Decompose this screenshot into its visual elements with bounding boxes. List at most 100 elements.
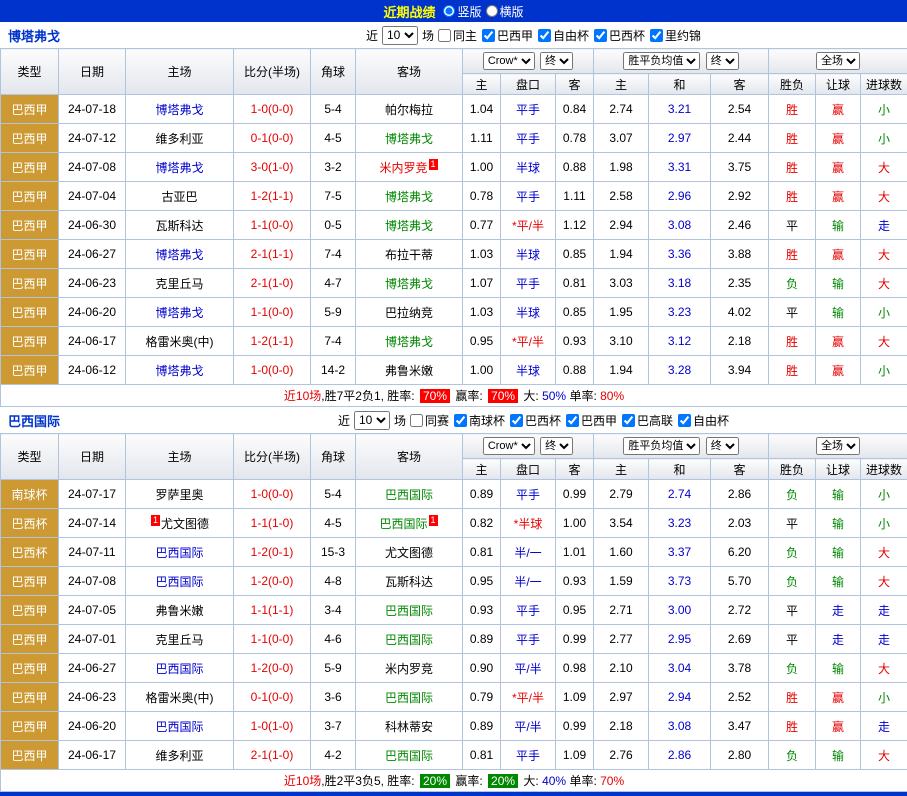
handicap: 平手 (501, 741, 556, 770)
checkbox-input[interactable] (594, 29, 607, 42)
team-name[interactable]: 博塔弗戈 (8, 26, 173, 45)
filter-checkbox-自由杯[interactable]: 自由杯 (538, 27, 589, 44)
odds-final-select[interactable]: 终 (540, 437, 573, 455)
home-team[interactable]: 罗萨里奥 (126, 480, 234, 509)
filter-checkbox-巴高联[interactable]: 巴高联 (622, 412, 673, 429)
layout-horizontal-option[interactable]: 横版 (486, 3, 524, 20)
filter-checkbox-同主[interactable]: 同主 (438, 27, 477, 44)
home-team[interactable]: 巴西国际 (126, 654, 234, 683)
goals-total: 小 (861, 480, 907, 509)
away-team[interactable]: 博塔弗戈 (356, 211, 463, 240)
checkbox-input[interactable] (678, 414, 691, 427)
team-name[interactable]: 巴西国际 (8, 411, 173, 430)
away-team[interactable]: 博塔弗戈 (356, 124, 463, 153)
filter-checkbox-自由杯[interactable]: 自由杯 (678, 412, 729, 429)
checkbox-input[interactable] (538, 29, 551, 42)
handicap-rate-label: 赢率: (452, 774, 486, 788)
home-team[interactable]: 巴西国际 (126, 712, 234, 741)
checkbox-input[interactable] (622, 414, 635, 427)
checkbox-input[interactable] (454, 414, 467, 427)
avg-draw-odds: 3.21 (649, 95, 711, 124)
home-team[interactable]: 博塔弗戈 (126, 240, 234, 269)
goals-total-text: 大 (878, 248, 890, 262)
home-team[interactable]: 维多利亚 (126, 124, 234, 153)
away-team[interactable]: 博塔弗戈 (356, 269, 463, 298)
away-team[interactable]: 巴西国际 (356, 683, 463, 712)
result-text: 平 (786, 517, 798, 531)
away-team[interactable]: 巴拉纳竞 (356, 298, 463, 327)
away-team[interactable]: 巴西国际1 (356, 509, 463, 538)
checkbox-input[interactable] (650, 29, 663, 42)
home-team[interactable]: 古亚巴 (126, 182, 234, 211)
away-team[interactable]: 巴西国际 (356, 741, 463, 770)
avg-select[interactable]: 胜平负均值 (623, 437, 700, 455)
away-team[interactable]: 帕尔梅拉 (356, 95, 463, 124)
home-team[interactable]: 克里丘马 (126, 269, 234, 298)
filter-checkbox-巴西杯[interactable]: 巴西杯 (510, 412, 561, 429)
away-team[interactable]: 米内罗竞 (356, 654, 463, 683)
home-team[interactable]: 克里丘马 (126, 625, 234, 654)
result: 胜 (769, 240, 816, 269)
result: 负 (769, 269, 816, 298)
top-bar: 近期战绩 竖版 横版 (0, 0, 907, 22)
home-team[interactable]: 巴西国际 (126, 567, 234, 596)
odds-away: 0.88 (556, 356, 594, 385)
avg-final-select[interactable]: 终 (706, 437, 739, 455)
home-team-text: 瓦斯科达 (155, 219, 203, 233)
result-text: 胜 (786, 132, 798, 146)
filter-checkbox-巴西甲[interactable]: 巴西甲 (482, 27, 533, 44)
filter-checkbox-巴西杯[interactable]: 巴西杯 (594, 27, 645, 44)
scope-select[interactable]: 全场 (816, 52, 860, 70)
filter-checkbox-巴西甲[interactable]: 巴西甲 (566, 412, 617, 429)
checkbox-input[interactable] (566, 414, 579, 427)
filter-checkbox-南球杯[interactable]: 南球杯 (454, 412, 505, 429)
recent-count-select[interactable]: 10 (354, 411, 390, 430)
checkbox-input[interactable] (410, 414, 423, 427)
handicap: 平手 (501, 596, 556, 625)
away-team[interactable]: 博塔弗戈 (356, 327, 463, 356)
checkbox-input[interactable] (482, 29, 495, 42)
handicap-result-text: 赢 (832, 691, 844, 705)
home-team[interactable]: 维多利亚 (126, 741, 234, 770)
away-team[interactable]: 巴西国际 (356, 625, 463, 654)
home-team[interactable]: 博塔弗戈 (126, 153, 234, 182)
filter-checkbox-里约锦[interactable]: 里约锦 (650, 27, 701, 44)
goals-total-text: 走 (878, 604, 890, 618)
home-team[interactable]: 弗鲁米嫩 (126, 596, 234, 625)
corners: 3-2 (311, 153, 356, 182)
avg-select[interactable]: 胜平负均值 (623, 52, 700, 70)
away-team[interactable]: 科林蒂安 (356, 712, 463, 741)
goals-total-text: 大 (878, 335, 890, 349)
odds-company-select[interactable]: Crow* (483, 52, 535, 70)
filter-checkbox-同赛[interactable]: 同赛 (410, 412, 449, 429)
odds-company-select[interactable]: Crow* (483, 437, 535, 455)
avg-final-select[interactable]: 终 (706, 52, 739, 70)
home-team[interactable]: 博塔弗戈 (126, 298, 234, 327)
home-team[interactable]: 格雷米奥(中) (126, 683, 234, 712)
handicap-result: 赢 (816, 240, 861, 269)
layout-vertical-option[interactable]: 竖版 (443, 3, 481, 20)
away-team[interactable]: 尤文图德 (356, 538, 463, 567)
home-team[interactable]: 格雷米奥(中) (126, 327, 234, 356)
league-type: 巴西甲 (1, 356, 59, 385)
home-team[interactable]: 巴西国际 (126, 538, 234, 567)
home-team[interactable]: 博塔弗戈 (126, 95, 234, 124)
team-section: 博塔弗戈 近 10 场 同主巴西甲自由杯巴西杯里约锦 类型 日期 主场 比分(半… (0, 22, 907, 407)
horizontal-radio[interactable] (486, 5, 498, 17)
away-team[interactable]: 巴西国际 (356, 596, 463, 625)
odds-final-select[interactable]: 终 (540, 52, 573, 70)
home-team[interactable]: 博塔弗戈 (126, 356, 234, 385)
home-team[interactable]: 瓦斯科达 (126, 211, 234, 240)
away-team[interactable]: 巴西国际 (356, 480, 463, 509)
recent-count-select[interactable]: 10 (382, 26, 418, 45)
away-team[interactable]: 米内罗竞1 (356, 153, 463, 182)
away-team[interactable]: 博塔弗戈 (356, 182, 463, 211)
scope-select[interactable]: 全场 (816, 437, 860, 455)
away-team[interactable]: 弗鲁米嫩 (356, 356, 463, 385)
home-team[interactable]: 1尤文图德 (126, 509, 234, 538)
checkbox-input[interactable] (510, 414, 523, 427)
checkbox-input[interactable] (438, 29, 451, 42)
vertical-radio[interactable] (443, 5, 455, 17)
away-team[interactable]: 瓦斯科达 (356, 567, 463, 596)
away-team[interactable]: 布拉干蒂 (356, 240, 463, 269)
